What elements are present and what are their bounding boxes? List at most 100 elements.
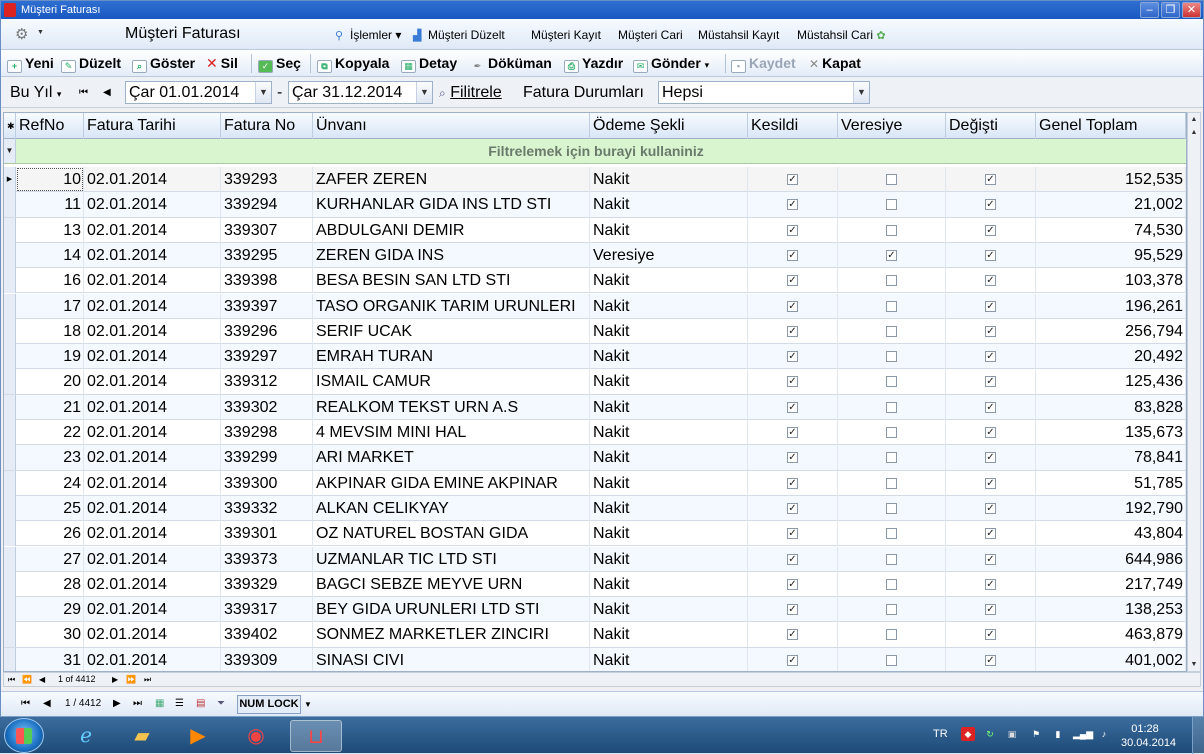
row-indicator[interactable]: [4, 546, 16, 572]
veresiye-checkbox[interactable]: [886, 275, 897, 287]
menu-mustahsil-cari[interactable]: Müstahsil Cari ✿: [797, 28, 891, 42]
column-header-kesildi[interactable]: Kesildi: [748, 113, 838, 139]
row-indicator[interactable]: [4, 293, 16, 319]
degisti-checkbox[interactable]: ✓: [985, 376, 996, 388]
flag-icon[interactable]: ⚑: [1029, 727, 1043, 741]
table-row[interactable]: 26 02.01.2014 339301 OZ NATUREL BOSTAN GIDA…: [4, 521, 1186, 547]
table-row[interactable]: 29 02.01.2014 339317 BEY GIDA URUNLERI LTD …: [4, 597, 1186, 623]
row-indicator[interactable]: [4, 571, 16, 597]
row-indicator[interactable]: [4, 394, 16, 420]
degisti-checkbox[interactable]: ✓: [985, 604, 996, 616]
table-row[interactable]: 23 02.01.2014 339299 ARI MARKET Nakit ✓ ✓ 78,84…: [4, 445, 1186, 471]
signal-icon[interactable]: ▂▄▆: [1073, 727, 1093, 741]
kesildi-checkbox[interactable]: ✓: [787, 502, 798, 514]
row-indicator[interactable]: ▶: [4, 167, 16, 192]
column-header-no[interactable]: Fatura No: [221, 113, 313, 139]
column-header-veresiye[interactable]: Veresiye: [838, 113, 946, 139]
close-form-button[interactable]: ✕ Kapat: [809, 54, 861, 73]
row-indicator[interactable]: [4, 344, 16, 370]
filter-button[interactable]: ⌕ Filitrele: [439, 84, 502, 102]
end-date-picker[interactable]: Çar 31.12.2014 ▼: [288, 81, 433, 104]
send-button[interactable]: ✉ Gönder ▾: [633, 54, 709, 73]
filter-icon[interactable]: ⏷: [217, 698, 225, 709]
veresiye-checkbox[interactable]: [886, 502, 897, 514]
veresiye-checkbox[interactable]: [886, 351, 897, 363]
kesildi-checkbox[interactable]: ✓: [787, 199, 798, 211]
degisti-checkbox[interactable]: ✓: [985, 249, 996, 261]
start-date-picker[interactable]: Çar 01.01.2014 ▼: [125, 81, 272, 104]
veresiye-checkbox[interactable]: [886, 376, 897, 388]
row-indicator[interactable]: [4, 268, 16, 294]
row-indicator[interactable]: [4, 622, 16, 648]
chevron-down-icon[interactable]: ▼: [304, 700, 312, 709]
row-indicator[interactable]: [4, 470, 16, 496]
clipboard-icon[interactable]: ▣: [1005, 727, 1019, 741]
row-indicator[interactable]: [4, 647, 16, 671]
grid-icon[interactable]: ▦: [155, 698, 164, 709]
veresiye-checkbox[interactable]: [886, 401, 897, 413]
menu-musteri-duzelt[interactable]: ▟ Müşteri Düzelt: [413, 28, 505, 42]
degisti-checkbox[interactable]: ✓: [985, 427, 996, 438]
veresiye-checkbox[interactable]: [886, 300, 897, 312]
veresiye-checkbox[interactable]: [886, 452, 897, 464]
column-header-ref[interactable]: RefNo: [16, 113, 84, 139]
app-taskbar-icon[interactable]: ⊔: [290, 720, 342, 752]
print-button[interactable]: ⎙ Yazdır: [564, 54, 623, 73]
table-row[interactable]: ▶ 10 02.01.2014 339293 ZAFER ZEREN Nakit ✓ ✓ 152…: [4, 167, 1186, 193]
degisti-checkbox[interactable]: ✓: [985, 528, 996, 540]
veresiye-checkbox[interactable]: [886, 654, 897, 666]
kesildi-checkbox[interactable]: ✓: [787, 325, 798, 337]
sync-icon[interactable]: ↻: [983, 727, 997, 741]
kesildi-checkbox[interactable]: ✓: [787, 427, 798, 438]
table-row[interactable]: 13 02.01.2014 339307 ABDULGANI DEMIR Nakit ✓ ✓…: [4, 217, 1186, 243]
edit-button[interactable]: ✎ Düzelt: [61, 54, 121, 73]
select-button[interactable]: ✓ Seç: [258, 54, 301, 73]
table-row[interactable]: 28 02.01.2014 339329 BAGCI SEBZE MEYVE URN N…: [4, 571, 1186, 598]
kesildi-checkbox[interactable]: ✓: [787, 477, 798, 489]
copy-button[interactable]: ⧉ Kopyala: [317, 54, 389, 73]
table-row[interactable]: 25 02.01.2014 339332 ALKAN CELIKYAY Nakit ✓ ✓ 1…: [4, 495, 1186, 522]
table-row[interactable]: 21 02.01.2014 339302 REALKOM TEKST URN A.S N…: [4, 394, 1186, 420]
chevron-down-icon[interactable]: ▼: [37, 29, 44, 36]
table-row[interactable]: 11 02.01.2014 339294 KURHANLAR GIDA INS LTD…: [4, 192, 1186, 218]
menu-mustahsil-kayit[interactable]: Müstahsil Kayıt: [698, 28, 779, 42]
veresiye-checkbox[interactable]: [886, 578, 897, 590]
internet-explorer-icon[interactable]: ℯ: [60, 720, 112, 752]
table-row[interactable]: 17 02.01.2014 339397 TASO ORGANIK TARIM URU…: [4, 293, 1186, 319]
degisti-checkbox[interactable]: ✓: [985, 452, 996, 464]
document-button[interactable]: ✒ Döküman: [470, 54, 552, 73]
degisti-checkbox[interactable]: ✓: [985, 401, 996, 413]
chevron-down-icon[interactable]: ▼: [853, 82, 869, 103]
status-dropdown[interactable]: Hepsi ▼: [658, 81, 870, 104]
kesildi-checkbox[interactable]: ✓: [787, 654, 798, 666]
degisti-checkbox[interactable]: ✓: [985, 553, 996, 565]
gear-icon[interactable]: ⚙: [15, 25, 28, 43]
degisti-checkbox[interactable]: ✓: [985, 325, 996, 337]
save-button[interactable]: ▪ Kaydet: [731, 54, 796, 73]
next-record-icon[interactable]: ▶: [112, 673, 118, 686]
row-indicator[interactable]: [4, 369, 16, 395]
last-record-icon[interactable]: ⏭: [133, 698, 142, 709]
veresiye-checkbox[interactable]: [886, 224, 897, 236]
kesildi-checkbox[interactable]: ✓: [787, 528, 798, 540]
row-indicator[interactable]: [4, 521, 16, 547]
kesildi-checkbox[interactable]: ✓: [787, 275, 798, 287]
row-indicator[interactable]: [4, 597, 16, 623]
row-indicator[interactable]: [4, 318, 16, 344]
next-record-icon[interactable]: ▶: [113, 698, 121, 709]
last-record-icon[interactable]: ⏭: [144, 673, 151, 686]
degisti-checkbox[interactable]: ✓: [985, 502, 996, 514]
veresiye-checkbox[interactable]: [886, 174, 897, 185]
table-row[interactable]: 18 02.01.2014 339296 SERIF UCAK Nakit ✓ ✓ 256,7…: [4, 318, 1186, 345]
period-dropdown[interactable]: Bu Yıl ▾: [10, 84, 61, 102]
degisti-checkbox[interactable]: ✓: [985, 477, 996, 489]
table-row[interactable]: 24 02.01.2014 339300 AKPINAR GIDA EMINE AKP…: [4, 470, 1186, 496]
scroll-down-icon[interactable]: ▼: [1188, 658, 1200, 671]
table-row[interactable]: 30 02.01.2014 339402 SONMEZ MARKETLER ZINCI…: [4, 622, 1186, 648]
prev-record-icon[interactable]: ◀: [39, 673, 45, 686]
select-all-icon[interactable]: ✱: [4, 113, 16, 139]
prev-page-icon[interactable]: ⏪: [22, 673, 32, 686]
column-header-degisti[interactable]: Değişti: [946, 113, 1036, 139]
menu-musteri-kayit[interactable]: Müşteri Kayıt: [531, 28, 601, 42]
degisti-checkbox[interactable]: ✓: [985, 300, 996, 312]
